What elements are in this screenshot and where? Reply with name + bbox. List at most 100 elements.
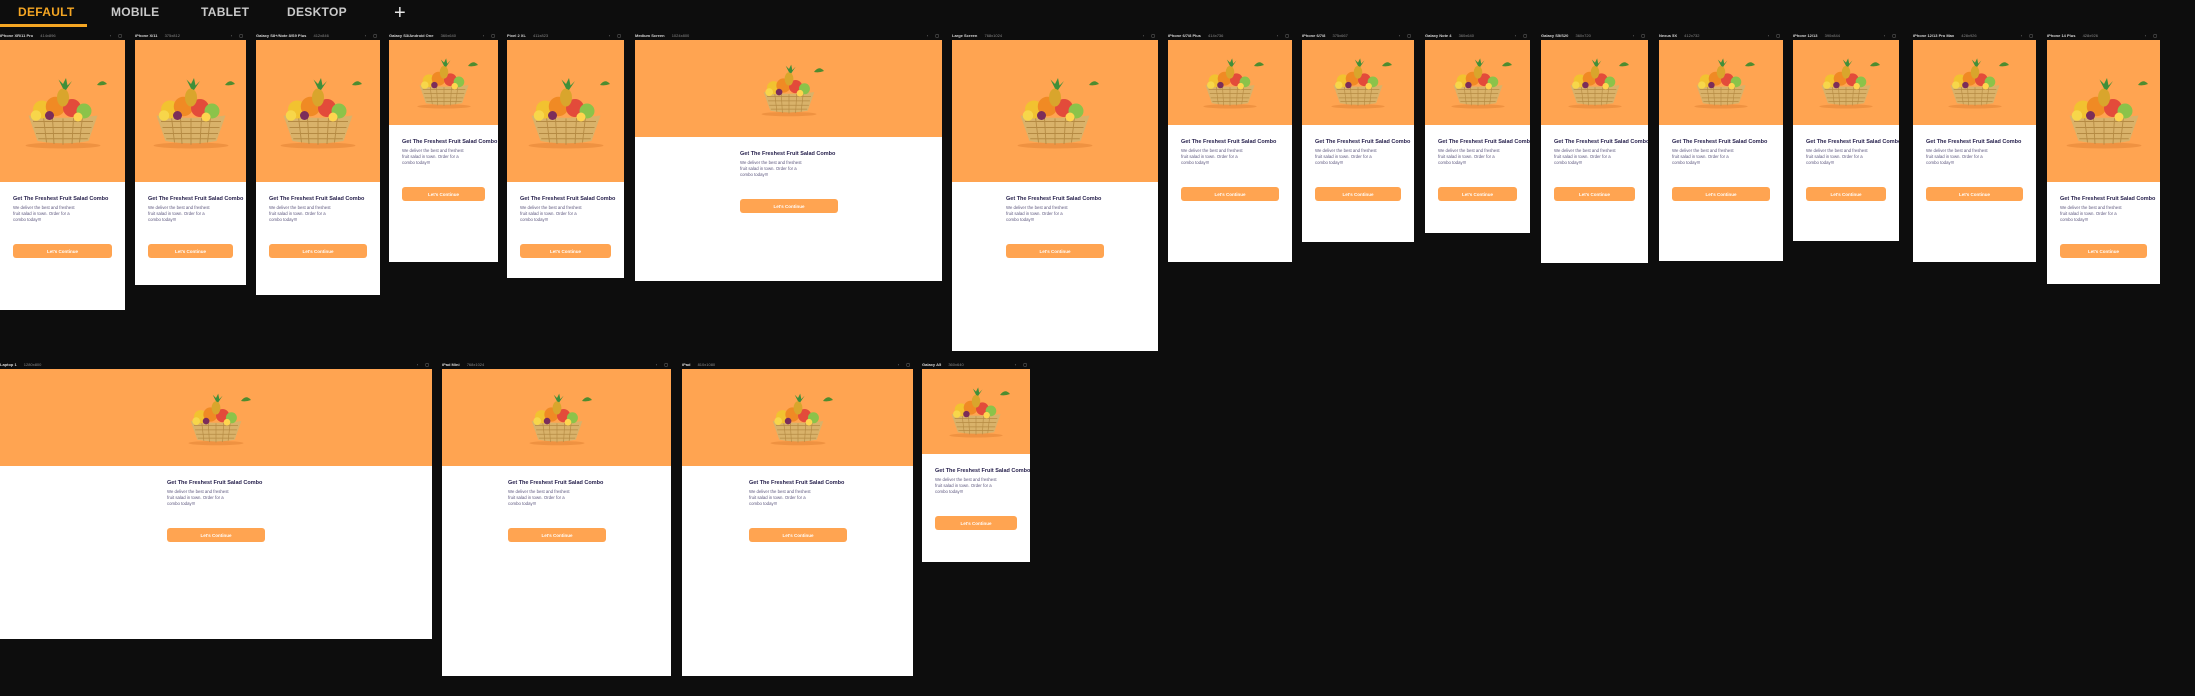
continue-button[interactable]: Let's Continue	[749, 528, 847, 542]
frame-controls[interactable]: ◦ ▢	[231, 33, 246, 38]
frame-controls[interactable]: ◦ ▢	[609, 33, 624, 38]
frame-header: iPhone 12/13 Pro Max 428x926 ◦ ▢	[1913, 33, 2036, 39]
device-name: Medium Screen	[635, 33, 665, 38]
leaf-icon	[1000, 391, 1010, 396]
device-screen: Get The Freshest Fruit Salad Combo We de…	[135, 40, 246, 285]
hero-banner	[442, 369, 671, 466]
continue-button[interactable]: Let's Continue	[1315, 187, 1401, 201]
continue-button[interactable]: Let's Continue	[167, 528, 265, 542]
continue-button[interactable]: Let's Continue	[2060, 244, 2147, 258]
device-size: 1024x800	[671, 33, 690, 38]
frame-header: iPhone X/11 375x812 ◦ ▢	[135, 33, 246, 39]
frame-controls[interactable]: ◦ ▢	[1143, 33, 1158, 38]
tab-tablet[interactable]: TABLET	[201, 5, 249, 19]
frame-controls[interactable]: ◦ ▢	[898, 362, 913, 367]
frame-header: iPhone 6/7/8 Plus 414x736 ◦ ▢	[1168, 33, 1292, 39]
frame-controls[interactable]: ◦ ▢	[483, 33, 498, 38]
device-name: iPhone 12/13	[1793, 33, 1818, 38]
description: We deliver the best and freshest fruit s…	[2060, 205, 2122, 222]
leaf-icon	[1382, 62, 1392, 67]
device-name: iPhone XR/11 Pro	[0, 33, 34, 38]
frame-controls[interactable]: ◦ ▢	[2145, 33, 2160, 38]
leaf-icon	[241, 397, 251, 402]
device-screen: Get The Freshest Fruit Salad Combo We de…	[442, 369, 671, 676]
hero-banner	[1793, 40, 1899, 125]
tab-default[interactable]: DEFAULT	[18, 5, 75, 19]
headline: Get The Freshest Fruit Salad Combo	[1006, 196, 1102, 202]
continue-button[interactable]: Let's Continue	[935, 516, 1017, 530]
device-frame: Galaxy S5/S20 360x720 ◦ ▢ Get The Freshe…	[1541, 33, 1648, 263]
frame-controls[interactable]: ◦ ▢	[110, 33, 125, 38]
frame-header: Galaxy Note 4 360x640 ◦ ▢	[1425, 33, 1530, 39]
frame-controls[interactable]: ◦ ▢	[1884, 33, 1899, 38]
frame-header: Galaxy S8+/Note 8/S9 Plus 412x846 ◦ ▢	[256, 33, 380, 39]
headline: Get The Freshest Fruit Salad Combo	[1806, 139, 1899, 145]
fruit-basket-image	[1947, 58, 2002, 109]
headline: Get The Freshest Fruit Salad Combo	[269, 196, 365, 202]
device-name: iPad Mini	[442, 362, 460, 367]
continue-button[interactable]: Let's Continue	[1554, 187, 1635, 201]
device-frame: iPhone 6/7/8 Plus 414x736 ◦ ▢ Get The Fr…	[1168, 33, 1292, 262]
frame-controls[interactable]: ◦ ▢	[927, 33, 942, 38]
device-name: iPhone 12/13 Pro Max	[1913, 33, 1955, 38]
frame-header: Nexus 5X 412x732 ◦ ▢	[1659, 33, 1783, 39]
description: We deliver the best and freshest fruit s…	[167, 489, 229, 506]
headline: Get The Freshest Fruit Salad Combo	[148, 196, 244, 202]
headline: Get The Freshest Fruit Salad Combo	[520, 196, 616, 202]
continue-button[interactable]: Let's Continue	[1806, 187, 1886, 201]
continue-button[interactable]: Let's Continue	[13, 244, 112, 258]
headline: Get The Freshest Fruit Salad Combo	[1438, 139, 1530, 145]
continue-button[interactable]: Let's Continue	[1672, 187, 1770, 201]
device-name: iPhone 6/7/8	[1302, 33, 1326, 38]
continue-button[interactable]: Let's Continue	[1181, 187, 1279, 201]
frame-header: iPad Mini 768x1024 ◦ ▢	[442, 362, 671, 368]
hero-banner	[135, 40, 246, 182]
tab-desktop[interactable]: DESKTOP	[287, 5, 347, 19]
continue-button[interactable]: Let's Continue	[1438, 187, 1517, 201]
frame-controls[interactable]: ◦ ▢	[1015, 362, 1030, 367]
frame-controls[interactable]: ◦ ▢	[1277, 33, 1292, 38]
device-frame: iPhone X/11 375x812 ◦ ▢ Get The Freshest…	[135, 33, 246, 285]
leaf-icon	[1089, 81, 1099, 86]
hero-banner	[682, 369, 913, 466]
add-tab-button[interactable]: +	[394, 0, 406, 26]
leaf-icon	[582, 397, 592, 402]
continue-button[interactable]: Let's Continue	[269, 244, 367, 258]
leaf-icon	[225, 81, 235, 86]
frame-controls[interactable]: ◦ ▢	[656, 362, 671, 367]
frame-header: iPhone 14 Plus 428x926 ◦ ▢	[2047, 33, 2160, 39]
tab-mobile[interactable]: MOBILE	[111, 5, 159, 19]
onboarding-content: Get The Freshest Fruit Salad Combo We de…	[520, 196, 615, 223]
continue-button[interactable]: Let's Continue	[740, 199, 838, 213]
frame-controls[interactable]: ◦ ▢	[417, 362, 432, 367]
continue-button[interactable]: Let's Continue	[1926, 187, 2023, 201]
description: We deliver the best and freshest fruit s…	[1672, 148, 1734, 165]
hero-banner	[1168, 40, 1292, 125]
continue-button[interactable]: Let's Continue	[148, 244, 233, 258]
description: We deliver the best and freshest fruit s…	[13, 205, 75, 222]
device-size: 360x640	[440, 33, 456, 38]
frame-controls[interactable]: ◦ ▢	[1768, 33, 1783, 38]
continue-button[interactable]: Let's Continue	[520, 244, 611, 258]
frame-controls[interactable]: ◦ ▢	[365, 33, 380, 38]
active-tab-indicator	[0, 24, 87, 27]
device-name: iPad	[682, 362, 691, 367]
frame-controls[interactable]: ◦ ▢	[1515, 33, 1530, 38]
description: We deliver the best and freshest fruit s…	[148, 205, 210, 222]
description: We deliver the best and freshest fruit s…	[1181, 148, 1243, 165]
device-size: 360x720	[1575, 33, 1591, 38]
description: We deliver the best and freshest fruit s…	[1926, 148, 1988, 165]
frame-controls[interactable]: ◦ ▢	[2021, 33, 2036, 38]
frame-header: Large Screen 768x1024 ◦ ▢	[952, 33, 1158, 39]
device-name: Laptop 1	[0, 362, 17, 367]
continue-button[interactable]: Let's Continue	[1006, 244, 1104, 258]
device-name: Galaxy S8+/Note 8/S9 Plus	[256, 33, 307, 38]
hero-banner	[389, 40, 498, 125]
frame-controls[interactable]: ◦ ▢	[1399, 33, 1414, 38]
frame-controls[interactable]: ◦ ▢	[1633, 33, 1648, 38]
device-screen: Get The Freshest Fruit Salad Combo We de…	[1793, 40, 1899, 241]
device-size: 1280x800	[23, 362, 42, 367]
continue-button[interactable]: Let's Continue	[508, 528, 606, 542]
device-screen: Get The Freshest Fruit Salad Combo We de…	[1913, 40, 2036, 262]
continue-button[interactable]: Let's Continue	[402, 187, 485, 201]
